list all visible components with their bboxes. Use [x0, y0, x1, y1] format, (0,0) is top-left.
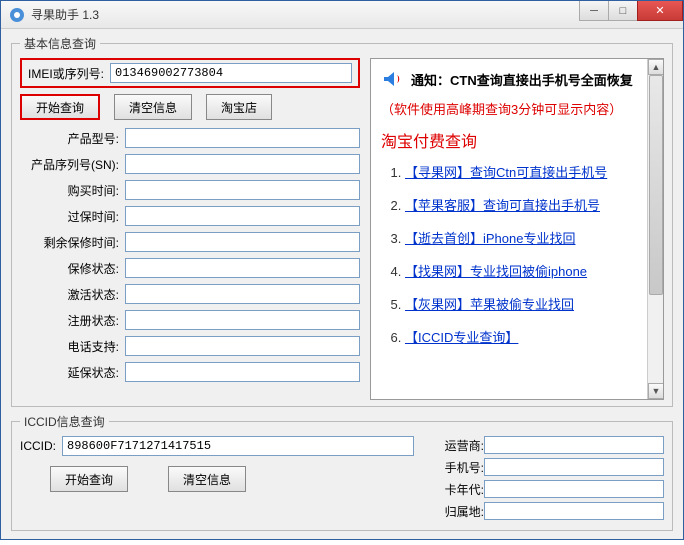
titlebar: 寻果助手 1.3 ─ □ ✕ [1, 1, 683, 29]
list-item: 【灰果网】苹果被偷专业找回 [405, 294, 653, 313]
paid-link-6[interactable]: 【ICCID专业查询】 [405, 330, 518, 345]
warranty-remain-input[interactable] [125, 232, 360, 252]
window-title: 寻果助手 1.3 [31, 6, 580, 23]
field-label: 延保状态: [20, 364, 125, 381]
imei-input[interactable] [110, 63, 352, 83]
paid-link-5[interactable]: 【灰果网】苹果被偷专业找回 [405, 297, 574, 312]
list-item: 【苹果客服】查询可直接出手机号 [405, 195, 653, 214]
list-item: 【ICCID专业查询】 [405, 327, 653, 346]
field-label: 保修状态: [20, 260, 125, 277]
scroll-thumb[interactable] [649, 75, 663, 295]
extended-warranty-input[interactable] [125, 362, 360, 382]
phone-support-input[interactable] [125, 336, 360, 356]
iccid-left: ICCID: 开始查询 清空信息 [20, 436, 414, 524]
peak-warning: （软件使用高峰期查询3分钟可显示内容） [381, 99, 653, 118]
clear-button[interactable]: 清空信息 [114, 94, 192, 120]
warranty-expire-input[interactable] [125, 206, 360, 226]
iccid-label: ICCID: [20, 439, 56, 453]
iccid-clear-button[interactable]: 清空信息 [168, 466, 246, 492]
paid-section-title: 淘宝付费查询 [381, 128, 653, 152]
field-label: 过保时间: [20, 208, 125, 225]
list-item: 【找果网】专业找回被偷iphone [405, 261, 653, 280]
imei-highlight-box: IMEI或序列号: [20, 58, 360, 88]
app-icon [9, 7, 25, 23]
notice-text: 通知：CTN查询直接出手机号全面恢复 [411, 70, 633, 89]
registration-status-input[interactable] [125, 310, 360, 330]
basic-left-column: IMEI或序列号: 开始查询 清空信息 淘宝店 产品型号: 产品序列号(SN):… [20, 58, 360, 400]
cardyear-input[interactable] [484, 480, 664, 498]
close-button[interactable]: ✕ [637, 1, 683, 21]
iccid-search-button[interactable]: 开始查询 [50, 466, 128, 492]
carrier-label: 运营商: [434, 437, 484, 454]
activation-status-input[interactable] [125, 284, 360, 304]
scroll-up-button[interactable]: ▲ [648, 59, 664, 75]
field-label: 注册状态: [20, 312, 125, 329]
location-input[interactable] [484, 502, 664, 520]
field-label: 剩余保修时间: [20, 234, 125, 251]
basic-info-group: 基本信息查询 IMEI或序列号: 开始查询 清空信息 淘宝店 产品型号: 产品序… [11, 35, 673, 407]
field-label: 产品型号: [20, 130, 125, 147]
scroll-down-button[interactable]: ▼ [648, 383, 664, 399]
paid-link-list: 【寻果网】查询Ctn可直接出手机号 【苹果客服】查询可直接出手机号 【逝去首创】… [381, 162, 653, 346]
notice-line: 通知：CTN查询直接出手机号全面恢复 [381, 67, 653, 91]
info-panel: 通知：CTN查询直接出手机号全面恢复 （软件使用高峰期查询3分钟可显示内容） 淘… [370, 58, 664, 400]
serial-number-input[interactable] [125, 154, 360, 174]
carrier-input[interactable] [484, 436, 664, 454]
basic-right-column: 通知：CTN查询直接出手机号全面恢复 （软件使用高峰期查询3分钟可显示内容） 淘… [370, 58, 664, 400]
paid-link-4[interactable]: 【找果网】专业找回被偷iphone [405, 264, 587, 279]
purchase-date-input[interactable] [125, 180, 360, 200]
basic-legend: 基本信息查询 [20, 35, 100, 52]
iccid-group: ICCID信息查询 ICCID: 开始查询 清空信息 运营商: 手机号: 卡年代… [11, 413, 673, 531]
location-label: 归属地: [434, 503, 484, 520]
megaphone-icon [381, 67, 405, 91]
list-item: 【寻果网】查询Ctn可直接出手机号 [405, 162, 653, 181]
cardyear-label: 卡年代: [434, 481, 484, 498]
paid-link-2[interactable]: 【苹果客服】查询可直接出手机号 [405, 198, 600, 213]
field-label: 激活状态: [20, 286, 125, 303]
phone-label: 手机号: [434, 459, 484, 476]
field-label: 购买时间: [20, 182, 125, 199]
maximize-button[interactable]: □ [608, 1, 638, 21]
search-button[interactable]: 开始查询 [20, 94, 100, 120]
product-model-input[interactable] [125, 128, 360, 148]
iccid-input[interactable] [62, 436, 414, 456]
phone-input[interactable] [484, 458, 664, 476]
content-area: 基本信息查询 IMEI或序列号: 开始查询 清空信息 淘宝店 产品型号: 产品序… [1, 29, 683, 545]
taobao-button[interactable]: 淘宝店 [206, 94, 272, 120]
list-item: 【逝去首创】iPhone专业找回 [405, 228, 653, 247]
field-label: 产品序列号(SN): [20, 156, 125, 173]
paid-link-1[interactable]: 【寻果网】查询Ctn可直接出手机号 [405, 165, 607, 180]
iccid-legend: ICCID信息查询 [20, 413, 109, 430]
warranty-status-input[interactable] [125, 258, 360, 278]
paid-link-3[interactable]: 【逝去首创】iPhone专业找回 [405, 231, 575, 246]
window-controls: ─ □ ✕ [580, 1, 683, 28]
field-label: 电话支持: [20, 338, 125, 355]
scrollbar[interactable]: ▲ ▼ [647, 59, 663, 399]
imei-label: IMEI或序列号: [28, 65, 104, 82]
iccid-right: 运营商: 手机号: 卡年代: 归属地: [434, 436, 664, 524]
app-window: 寻果助手 1.3 ─ □ ✕ 基本信息查询 IMEI或序列号: 开始查询 清空信… [0, 0, 684, 540]
minimize-button[interactable]: ─ [579, 1, 609, 21]
